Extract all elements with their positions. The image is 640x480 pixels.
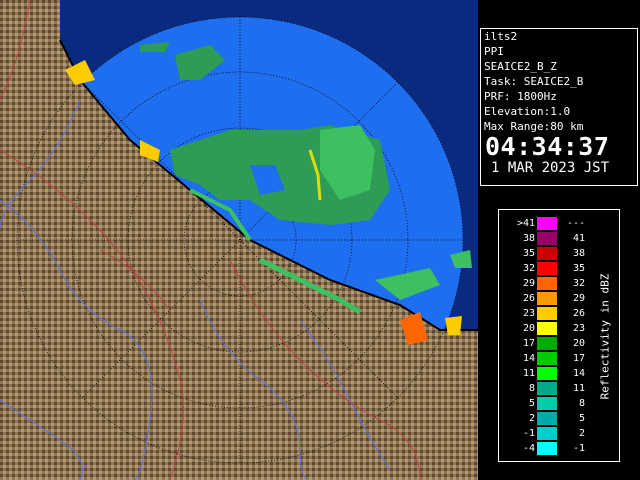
legend-upper-bound: 38 [572, 248, 585, 259]
site-name: ilts2 [484, 30, 518, 43]
legend-swatch [537, 382, 557, 395]
legend-upper-bound: 29 [572, 293, 585, 304]
info-panel: ilts2 PPI SEAICE2_B_Z Task: SEAICE2_B PR… [480, 28, 638, 186]
legend-row: -4 -1 [499, 441, 619, 456]
legend-upper-bound: 41 [572, 233, 585, 244]
legend-upper-bound: 23 [572, 323, 585, 334]
legend-row: 25 [499, 411, 619, 426]
legend-lower-bound: 26 [522, 293, 535, 304]
legend-lower-bound: 14 [522, 353, 535, 364]
legend-swatch [537, 232, 557, 245]
legend-swatch [537, 292, 557, 305]
prf-value: PRF: 1800Hz [484, 90, 557, 103]
legend-swatch [537, 352, 557, 365]
radar-map [0, 0, 478, 480]
legend-upper-bound: 17 [572, 353, 585, 364]
legend-lower-bound: 35 [522, 248, 535, 259]
legend-swatch [537, 262, 557, 275]
legend-upper-bound: 26 [572, 308, 585, 319]
legend-swatch [537, 277, 557, 290]
legend-upper-bound: 35 [572, 263, 585, 274]
legend-lower-bound: 17 [522, 338, 535, 349]
legend-upper-bound: 11 [572, 383, 585, 394]
legend-lower-bound: 11 [522, 368, 535, 379]
legend-swatch [537, 217, 557, 230]
scan-date: 1 MAR 2023 JST [491, 160, 610, 176]
legend-lower-bound: 5 [528, 398, 535, 409]
legend-swatch [537, 307, 557, 320]
elevation-value: Elevation:1.0 [484, 105, 571, 118]
color-legend: >41 --- 38 41 35 38 32 35 29 32 26 29 23 26 20 23 17 20 14… [498, 209, 620, 462]
scan-mode: PPI [484, 45, 504, 58]
legend-swatch [537, 397, 557, 410]
legend-upper-bound: 32 [572, 278, 585, 289]
legend-unit: Reflectivity in dBZ [591, 270, 617, 410]
legend-lower-bound: -1 [522, 428, 535, 439]
scan-time: 04:34:37 [485, 132, 610, 161]
legend-row: 38 41 [499, 231, 619, 246]
legend-lower-bound: 38 [522, 233, 535, 244]
legend-swatch [537, 367, 557, 380]
legend-upper-bound: 8 [578, 398, 585, 409]
legend-upper-bound: 2 [578, 428, 585, 439]
legend-lower-bound: 2 [528, 413, 535, 424]
legend-row: -1 2 [499, 426, 619, 441]
legend-upper-bound: --- [566, 218, 585, 229]
legend-lower-bound: 29 [522, 278, 535, 289]
legend-swatch [537, 247, 557, 260]
legend-lower-bound: 20 [522, 323, 535, 334]
legend-lower-bound: 23 [522, 308, 535, 319]
legend-swatch [537, 427, 557, 440]
legend-swatch [537, 412, 557, 425]
legend-lower-bound: -4 [522, 443, 535, 454]
task-name: Task: SEAICE2_B [484, 75, 584, 88]
legend-row: 35 38 [499, 246, 619, 261]
legend-upper-bound: 5 [578, 413, 585, 424]
legend-upper-bound: 14 [572, 368, 585, 379]
legend-title: Reflectivity in dBZ [598, 273, 612, 400]
legend-upper-bound: -1 [572, 443, 585, 454]
legend-swatch [537, 442, 557, 455]
legend-lower-bound: 8 [528, 383, 535, 394]
legend-lower-bound: 32 [522, 263, 535, 274]
legend-upper-bound: 20 [572, 338, 585, 349]
legend-lower-bound: >41 [516, 218, 535, 229]
legend-swatch [537, 322, 557, 335]
product-name: SEAICE2_B_Z [484, 60, 557, 73]
legend-swatch [537, 337, 557, 350]
legend-row: >41 --- [499, 216, 619, 231]
